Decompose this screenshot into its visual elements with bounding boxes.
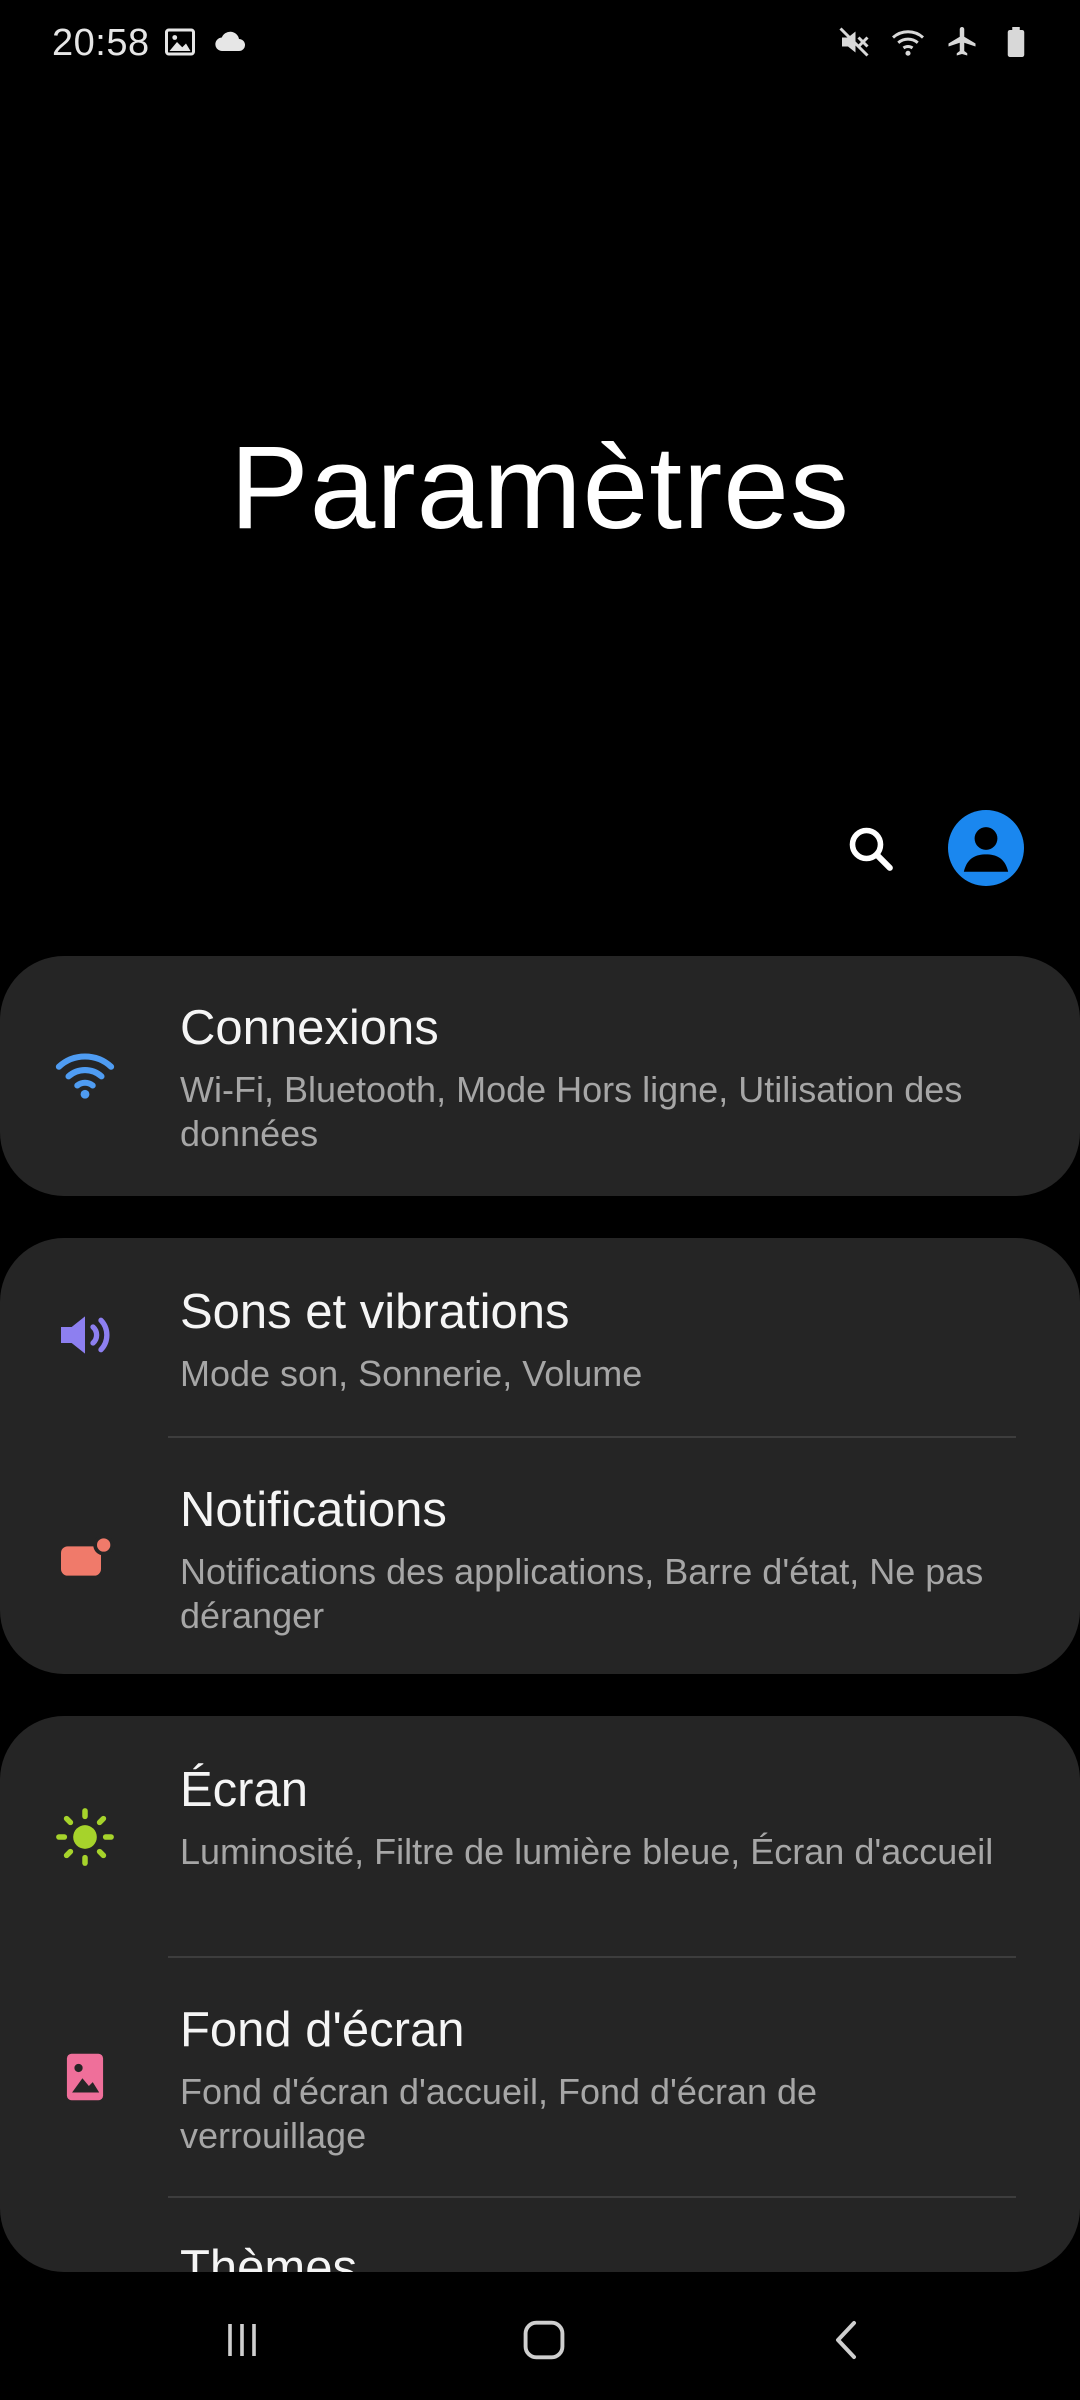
image-icon bbox=[165, 28, 195, 56]
home-button[interactable] bbox=[514, 2312, 574, 2368]
mute-icon bbox=[839, 27, 869, 57]
settings-item-subtitle: Fond d'écran d'accueil, Fond d'écran de … bbox=[180, 2071, 818, 2156]
settings-item-fond-d-ecran[interactable]: Fond d'écran Fond d'écran d'accueil, Fon… bbox=[0, 1958, 1080, 2198]
status-time: 20:58 bbox=[52, 22, 150, 64]
settings-card-sounds: Sons et vibrations Mode son, Sonnerie, V… bbox=[0, 1238, 1080, 1674]
recents-icon bbox=[228, 2324, 256, 2356]
settings-card-connexions: Connexions Wi-Fi, Bluetooth, Mode Hors l… bbox=[0, 956, 1080, 1196]
settings-item-sons-et-vibrations[interactable]: Sons et vibrations Mode son, Sonnerie, V… bbox=[0, 1238, 1080, 1438]
home-icon bbox=[523, 2320, 565, 2360]
header-actions bbox=[842, 810, 1024, 886]
status-left-icons bbox=[162, 24, 248, 60]
settings-item-title: Fond d'écran bbox=[180, 2003, 465, 2057]
settings-item-connexions[interactable]: Connexions Wi-Fi, Bluetooth, Mode Hors l… bbox=[0, 956, 1080, 1196]
settings-item-title: Sons et vibrations bbox=[180, 1285, 570, 1339]
back-button[interactable] bbox=[818, 2312, 878, 2368]
navigation-bar bbox=[0, 2272, 1080, 2400]
wifi-icon bbox=[50, 1040, 120, 1110]
wallpaper-icon bbox=[50, 2042, 120, 2112]
notifications-icon bbox=[50, 1522, 120, 1592]
brightness-icon bbox=[50, 1802, 120, 1872]
settings-item-title: Écran bbox=[180, 1763, 309, 1817]
status-bar: 20:58 bbox=[0, 0, 1080, 90]
settings-item-subtitle: Wi-Fi, Bluetooth, Mode Hors ligne, Utili… bbox=[180, 1069, 963, 1154]
back-icon bbox=[836, 2321, 856, 2359]
settings-item-subtitle: Mode son, Sonnerie, Volume bbox=[180, 1353, 643, 1394]
cloud-icon bbox=[215, 31, 245, 52]
account-avatar[interactable] bbox=[948, 810, 1024, 886]
recents-button[interactable] bbox=[212, 2312, 272, 2368]
page-title: Paramètres bbox=[230, 422, 850, 554]
settings-item-subtitle: Luminosité, Filtre de lumière bleue, Écr… bbox=[180, 1831, 994, 1872]
wifi-icon bbox=[892, 30, 924, 56]
settings-item-title: Notifications bbox=[180, 1483, 447, 1537]
airplane-mode-icon bbox=[948, 27, 976, 56]
settings-item-notifications[interactable]: Notifications Notifications des applicat… bbox=[0, 1438, 1080, 1674]
settings-card-display: Écran Luminosité, Filtre de lumière bleu… bbox=[0, 1716, 1080, 2272]
settings-item-themes[interactable]: Thèmes bbox=[0, 2198, 1080, 2272]
settings-item-subtitle: Notifications des applications, Barre d'… bbox=[180, 1551, 984, 1636]
search-icon[interactable] bbox=[842, 820, 898, 876]
account-icon bbox=[963, 827, 1009, 872]
settings-item-title: Connexions bbox=[180, 1001, 439, 1055]
settings-item-ecran[interactable]: Écran Luminosité, Filtre de lumière bleu… bbox=[0, 1716, 1080, 1958]
status-right-icons bbox=[836, 24, 1034, 60]
volume-icon bbox=[50, 1300, 120, 1370]
settings-item-title: Thèmes bbox=[180, 2241, 358, 2272]
battery-icon bbox=[1007, 27, 1025, 57]
